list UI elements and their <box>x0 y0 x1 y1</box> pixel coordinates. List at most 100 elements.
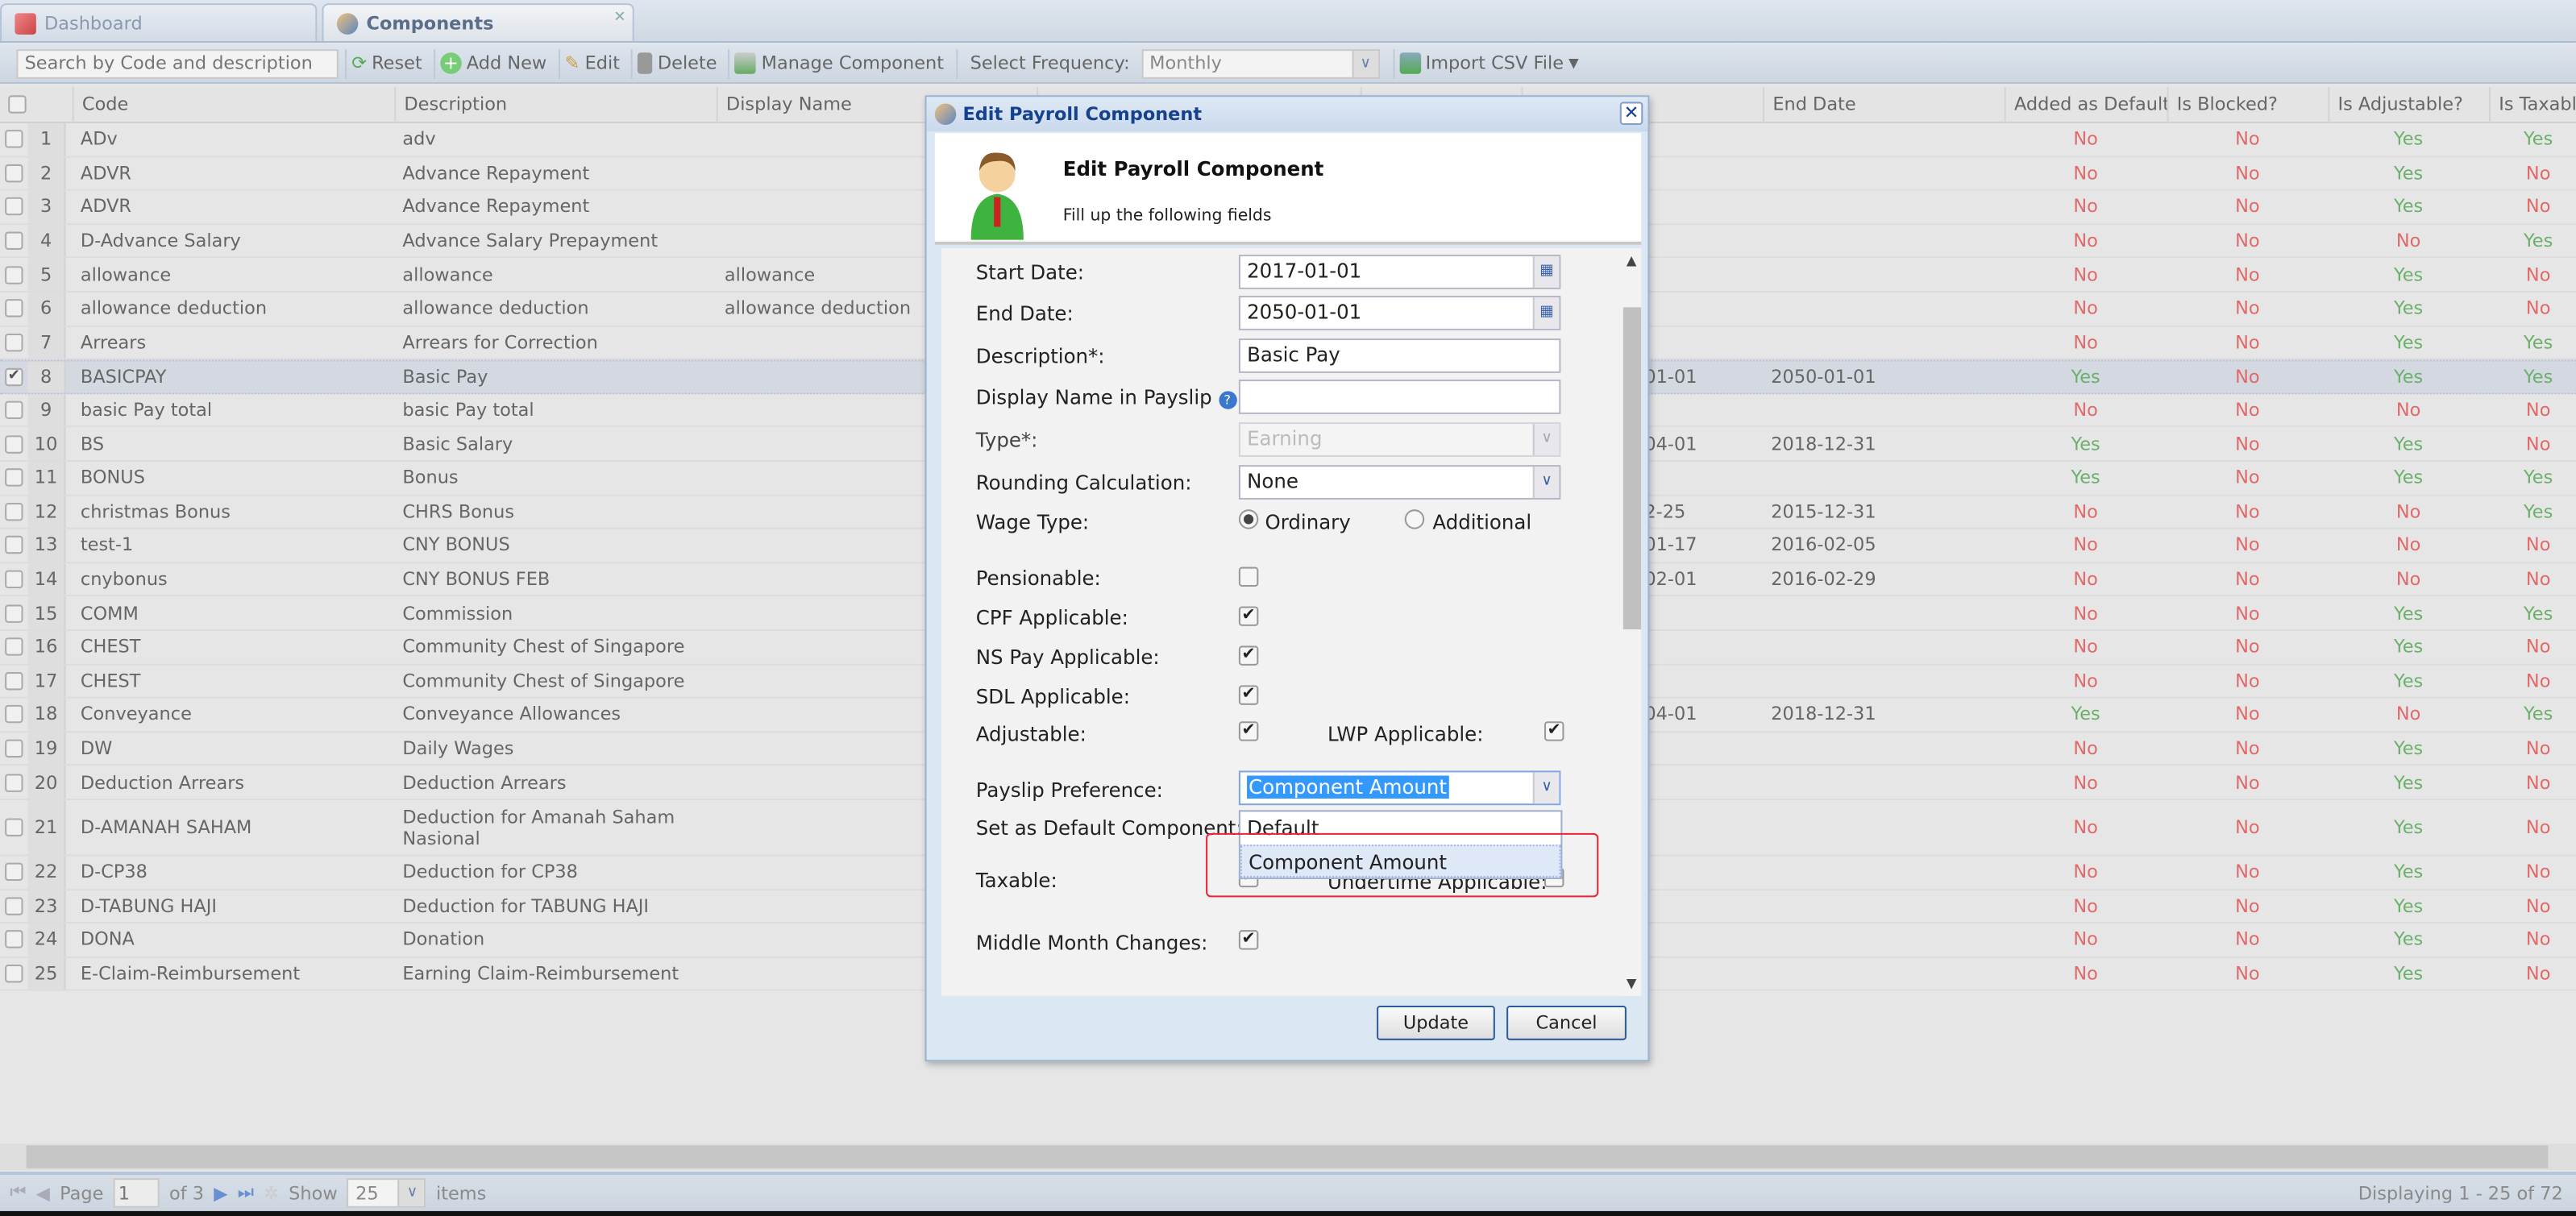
cell-end: 2018-12-31 <box>1771 703 1876 726</box>
row-checkbox[interactable]: ✔ <box>0 362 28 392</box>
payslip-preference-select[interactable]: Component Amount ∨ <box>1238 770 1561 806</box>
component-icon <box>934 103 957 125</box>
page-label: Page <box>60 1182 104 1204</box>
column-header[interactable]: Code <box>72 87 395 123</box>
close-tab-icon[interactable]: ✕ <box>613 10 625 26</box>
sdl-checkbox[interactable]: ✔ <box>1238 685 1259 705</box>
cell-adj: Yes <box>2394 737 2424 760</box>
row-checkbox[interactable] <box>0 529 28 562</box>
cpf-checkbox[interactable]: ✔ <box>1238 606 1259 626</box>
start-date-input[interactable]: 2017-01-01 ▦ <box>1238 255 1561 289</box>
delete-button[interactable]: Delete <box>631 48 721 78</box>
row-checkbox[interactable] <box>0 957 28 990</box>
scroll-down-icon[interactable]: ▼ <box>1627 976 1637 990</box>
calendar-icon[interactable]: ▦ <box>1532 256 1560 288</box>
cell-start <box>1636 462 1763 494</box>
row-checkbox[interactable] <box>0 293 28 325</box>
lwp-checkbox[interactable]: ✔ <box>1544 721 1564 741</box>
row-checkbox[interactable] <box>0 563 28 596</box>
row-checkbox[interactable] <box>0 733 28 765</box>
adjustable-checkbox[interactable]: ✔ <box>1238 721 1259 741</box>
select-all-checkbox[interactable] <box>0 87 28 123</box>
end-date-input[interactable]: 2050-01-01 ▦ <box>1238 296 1561 330</box>
middle-month-checkbox[interactable]: ✔ <box>1238 930 1259 950</box>
row-checkbox[interactable] <box>0 225 28 257</box>
cell-def: No <box>2073 128 2098 151</box>
search-input[interactable] <box>16 48 339 78</box>
row-checkbox[interactable] <box>0 890 28 922</box>
pensionable-checkbox[interactable] <box>1238 566 1259 587</box>
cell-blk: No <box>2235 771 2260 794</box>
row-checkbox[interactable] <box>0 766 28 799</box>
type-select[interactable]: Earning ∨ <box>1238 422 1561 457</box>
column-header[interactable]: Is Taxable <box>2489 87 2576 123</box>
cancel-button[interactable]: Cancel <box>1506 1005 1627 1040</box>
cell-end: 2050-01-01 <box>1771 366 1876 388</box>
close-button[interactable]: ✕ <box>1619 102 1643 125</box>
wage-additional-radio[interactable] <box>1404 509 1425 529</box>
cell-blk: No <box>2235 636 2260 658</box>
tab-components[interactable]: Components ✕ <box>322 3 634 41</box>
ns-pay-checkbox[interactable]: ✔ <box>1238 645 1259 666</box>
row-checkbox[interactable] <box>0 597 28 629</box>
row-checkbox[interactable] <box>0 631 28 663</box>
column-header[interactable]: Is Blocked? <box>2167 87 2329 123</box>
description-input[interactable]: Basic Pay <box>1238 338 1561 373</box>
wage-ordinary-radio[interactable] <box>1238 509 1259 529</box>
update-button[interactable]: Update <box>1377 1005 1495 1040</box>
display-name-input[interactable] <box>1238 380 1561 414</box>
cell-code: CHEST <box>80 670 141 692</box>
cell-def: No <box>2073 264 2098 286</box>
row-number: 2 <box>27 156 66 189</box>
prev-page-icon[interactable]: ◀ <box>36 1182 50 1204</box>
row-checkbox[interactable] <box>0 157 28 189</box>
first-page-icon[interactable]: ⏮ <box>10 1181 26 1205</box>
reset-button[interactable]: ⟳ Reset <box>345 48 427 78</box>
row-checkbox[interactable] <box>0 191 28 223</box>
cell-blk: No <box>2235 331 2260 354</box>
rounding-select[interactable]: None ∨ <box>1238 465 1561 500</box>
display-name-label: Display Name in Payslip ? : <box>976 386 1249 409</box>
page-input[interactable] <box>113 1178 160 1208</box>
row-checkbox[interactable] <box>0 428 28 460</box>
frequency-select[interactable]: Monthly ∨ <box>1141 48 1380 78</box>
cell-def: No <box>2073 331 2098 354</box>
edit-button[interactable]: ✎ Edit <box>558 48 625 78</box>
refresh-icon[interactable]: ✲ <box>264 1182 279 1204</box>
row-number: 1 <box>27 122 66 156</box>
scroll-up-icon[interactable]: ▲ <box>1627 253 1637 268</box>
page-size-select[interactable]: 25 ∨ <box>347 1178 426 1208</box>
row-checkbox[interactable] <box>0 496 28 528</box>
row-checkbox[interactable] <box>0 462 28 494</box>
row-checkbox[interactable] <box>0 856 28 888</box>
manage-component-button[interactable]: Manage Component <box>728 48 949 78</box>
column-header[interactable]: Is Adjustable? <box>2328 87 2489 123</box>
pensionable-label: Pensionable: <box>975 566 1101 591</box>
last-page-icon[interactable]: ⏭ <box>238 1181 254 1205</box>
help-icon[interactable]: ? <box>1218 391 1236 409</box>
cell-end <box>1763 123 2005 156</box>
dialog-heading: Edit Payroll Component <box>1062 157 1324 181</box>
add-new-button[interactable]: + Add New <box>434 48 551 78</box>
row-checkbox[interactable] <box>0 699 28 731</box>
row-checkbox[interactable] <box>0 123 28 156</box>
import-csv-button[interactable]: Import CSV File ▼ <box>1392 48 1584 78</box>
dialog-title-bar[interactable]: Edit Payroll Component <box>926 97 1648 132</box>
tab-label: Components <box>366 12 494 34</box>
form-scrollbar-thumb[interactable] <box>1622 307 1642 630</box>
row-checkbox[interactable] <box>0 394 28 426</box>
row-number: 6 <box>27 292 66 325</box>
column-header[interactable]: Description <box>394 87 717 123</box>
column-header[interactable]: Added as Default <box>2004 87 2167 123</box>
row-checkbox[interactable] <box>0 259 28 291</box>
scrollbar-thumb[interactable] <box>26 1145 2549 1168</box>
calendar-icon[interactable]: ▦ <box>1532 297 1560 329</box>
tab-dashboard[interactable]: Dashboard <box>0 3 318 41</box>
row-checkbox[interactable] <box>0 923 28 956</box>
next-page-icon[interactable]: ▶ <box>214 1182 227 1204</box>
column-header[interactable]: End Date <box>1763 87 2005 123</box>
row-checkbox[interactable] <box>0 326 28 359</box>
row-checkbox[interactable] <box>0 800 28 854</box>
cell-def: No <box>2073 636 2098 658</box>
row-checkbox[interactable] <box>0 665 28 697</box>
